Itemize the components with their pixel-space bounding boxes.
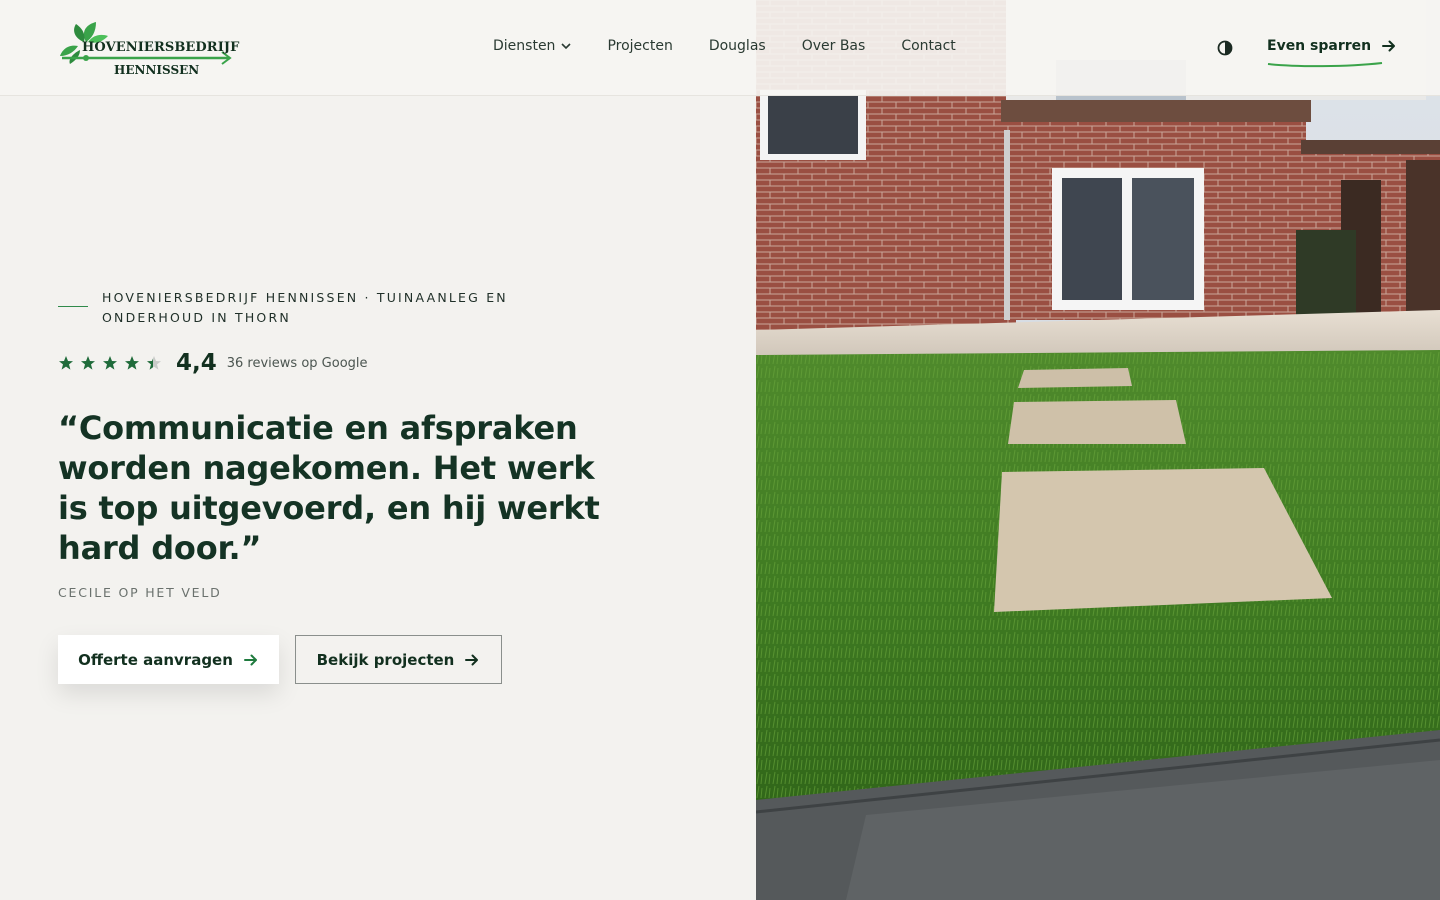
star-partial-icon [147,356,161,370]
chevron-down-icon [561,43,572,50]
eyebrow-accent-line [58,306,88,307]
nav-item-over-bas[interactable]: Over Bas [802,38,866,54]
hero-image-garden [756,0,1440,900]
rating-value: 4,4 [176,350,217,376]
logo[interactable]: HOVENIERSBEDRIJF HENNISSEN [58,20,239,78]
cta-label: Even sparren [1267,38,1372,54]
nav-item-label: Diensten [493,38,556,54]
logo-text-line2: HENNISSEN [114,63,200,77]
offerte-aanvragen-button[interactable]: Offerte aanvragen [58,635,279,684]
nav-item-label: Douglas [708,38,766,54]
nav-item-label: Over Bas [801,38,866,54]
google-rating: 4,4 36 reviews op Google [58,350,368,376]
theme-toggle-button[interactable] [1216,39,1234,57]
nav-item-diensten[interactable]: Diensten [493,38,572,54]
arrow-right-icon [243,654,257,665]
nav-item-label: Projecten [607,38,673,54]
button-label: Offerte aanvragen [78,650,233,669]
garden-photo [756,0,1440,900]
logo-text-line1: HOVENIERSBEDRIJF [82,40,240,55]
arrow-right-icon [1382,40,1396,52]
testimonial-quote: “Communicatie en afspraken worden nageko… [58,409,600,567]
even-sparren-link[interactable]: Even sparren [1267,38,1397,54]
nav-item-douglas[interactable]: Douglas [709,38,766,54]
nav-item-projecten[interactable]: Projecten [607,38,672,54]
rating-stars [58,355,162,371]
testimonial-author: CECILE OP HET VELD [58,585,222,600]
star-full-icon [59,356,73,370]
cta-underline [1267,62,1383,68]
button-label: Bekijk projecten [316,650,455,669]
nav-item-contact[interactable]: Contact [901,38,955,54]
star-full-icon [125,356,139,370]
contrast-icon [1217,40,1233,56]
main-nav: Diensten Projecten Douglas Over Bas Cont… [493,38,956,54]
star-full-icon [81,356,95,370]
arrow-right-icon [465,654,479,665]
rating-reviews-text: 36 reviews op Google [226,355,368,371]
site-header: HOVENIERSBEDRIJF HENNISSEN Diensten Proj… [0,0,1440,96]
bekijk-projecten-button[interactable]: Bekijk projecten [295,635,502,684]
nav-item-label: Contact [901,38,956,54]
hero-eyebrow: HOVENIERSBEDRIJF HENNISSEN · TUINAANLEG … [102,290,508,325]
star-full-icon [103,356,117,370]
